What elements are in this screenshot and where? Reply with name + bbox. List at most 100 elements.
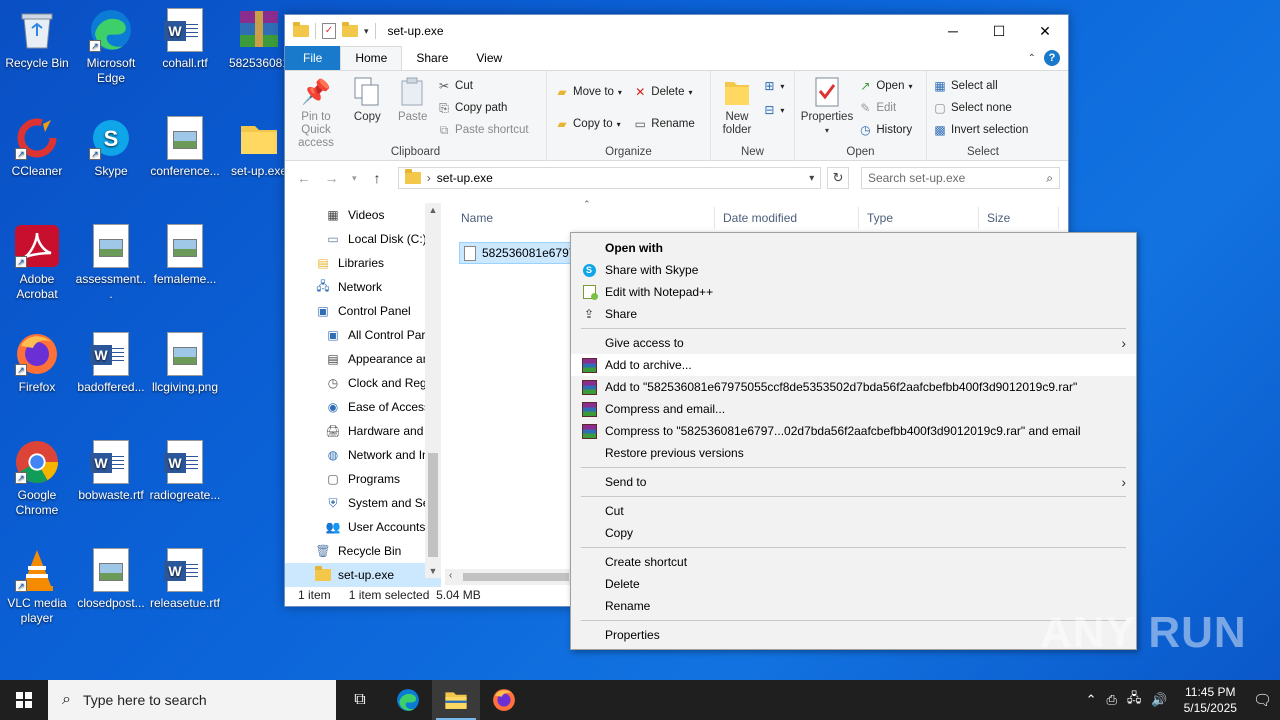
nav-item-ease-of-access[interactable]: ◉ Ease of Access: [285, 395, 441, 419]
recent-locations-chevron-icon[interactable]: ▾: [348, 173, 360, 184]
clock[interactable]: 11:45 PM 5/15/2025: [1178, 684, 1243, 716]
menu-item-cut[interactable]: Cut: [571, 500, 1136, 522]
menu-item-add-to-rar[interactable]: Add to "582536081e67975055ccf8de5353502d…: [571, 376, 1136, 398]
nav-item-local-disk[interactable]: ▭ Local Disk (C:): [285, 227, 441, 251]
menu-item-create-shortcut[interactable]: Create shortcut: [571, 551, 1136, 573]
taskbar-search-box[interactable]: ⌕ Type here to search: [48, 680, 336, 720]
desktop-icon-llcgiving[interactable]: llcgiving.png: [148, 332, 222, 395]
desktop-icon-firefox[interactable]: ↗ Firefox: [0, 332, 74, 395]
scroll-thumb[interactable]: [428, 453, 438, 557]
easy-access-button[interactable]: ⊟ ▾: [762, 101, 784, 119]
nav-item-recycle-bin[interactable]: 🗑 Recycle Bin: [285, 539, 441, 563]
customize-toolbar-chevron-icon[interactable]: ▾: [364, 26, 369, 37]
notifications-icon[interactable]: 🗨: [1253, 691, 1272, 709]
menu-item-add-to-archive[interactable]: Add to archive...: [571, 354, 1136, 376]
new-folder-button[interactable]: New folder: [715, 75, 759, 137]
desktop-icon-assessment[interactable]: assessment...: [74, 224, 148, 302]
breadcrumb-path[interactable]: set-up.exe: [437, 171, 493, 185]
back-arrow-icon[interactable]: ←: [293, 170, 315, 186]
nav-item-network-internet[interactable]: ◍ Network and In: [285, 443, 441, 467]
select-all-button[interactable]: ▦ Select all: [933, 77, 1028, 95]
device-icon[interactable]: ⎙: [1106, 692, 1116, 708]
desktop-icon-ccleaner[interactable]: ↗ CCleaner: [0, 116, 74, 179]
nav-scrollbar[interactable]: ▲ ▼: [425, 203, 441, 578]
menu-item-edit-notepad[interactable]: Edit with Notepad++: [571, 281, 1136, 303]
edge-taskbar-icon[interactable]: [384, 680, 432, 720]
menu-item-send-to[interactable]: Send to ›: [571, 471, 1136, 493]
tab-file[interactable]: File: [285, 46, 341, 70]
desktop-icon-vlc[interactable]: ↗ VLC media player: [0, 548, 74, 626]
cut-button[interactable]: ✂ Cut: [437, 77, 529, 95]
desktop-icon-edge[interactable]: ↗ Microsoft Edge: [74, 8, 148, 86]
menu-item-give-access[interactable]: Give access to ›: [571, 332, 1136, 354]
menu-item-open-with[interactable]: Open with: [571, 237, 1136, 259]
search-input[interactable]: Search set-up.exe ⌕: [860, 167, 1060, 189]
nav-item-hardware[interactable]: 🖨 Hardware and: [285, 419, 441, 443]
properties-quick-icon[interactable]: ✓: [322, 23, 336, 39]
desktop-icon-radiogreate[interactable]: radiogreate...: [148, 440, 222, 503]
paste-shortcut-button[interactable]: ⧉ Paste shortcut: [437, 121, 529, 139]
forward-arrow-icon[interactable]: →: [321, 170, 343, 186]
paste-button[interactable]: Paste: [392, 75, 434, 124]
up-arrow-icon[interactable]: ↑: [366, 170, 388, 186]
nav-item-control-panel[interactable]: ▣ Control Panel: [285, 299, 441, 323]
nav-item-appearance[interactable]: ▤ Appearance an: [285, 347, 441, 371]
delete-button[interactable]: ✕ Delete ▾: [633, 83, 694, 101]
desktop-icon-recycle-bin[interactable]: Recycle Bin: [0, 8, 74, 71]
desktop-icon-adobe-acrobat[interactable]: ↗ Adobe Acrobat: [0, 224, 74, 302]
firefox-taskbar-icon[interactable]: [480, 680, 528, 720]
history-button[interactable]: ◷ History: [858, 121, 912, 139]
column-date-modified[interactable]: Date modified: [715, 207, 859, 229]
copy-path-button[interactable]: ⎘ Copy path: [437, 99, 529, 117]
desktop-icon-femaleme[interactable]: femaleme...: [148, 224, 222, 287]
file-explorer-taskbar-icon[interactable]: [432, 680, 480, 720]
maximize-icon[interactable]: ☐: [976, 15, 1022, 47]
tab-view[interactable]: View: [462, 47, 516, 70]
scroll-thumb[interactable]: [463, 573, 569, 581]
address-dropdown-icon[interactable]: ▾: [809, 173, 814, 184]
rename-button[interactable]: ▭ Rename: [633, 115, 695, 133]
desktop-icon-conference[interactable]: conference...: [148, 116, 222, 179]
menu-item-restore-versions[interactable]: Restore previous versions: [571, 442, 1136, 464]
nav-item-network[interactable]: 🖧 Network: [285, 275, 441, 299]
new-item-button[interactable]: ⊞ ▾: [762, 77, 784, 95]
menu-item-share-skype[interactable]: S Share with Skype: [571, 259, 1136, 281]
column-size[interactable]: Size: [979, 207, 1059, 229]
properties-button[interactable]: Properties ▾: [799, 75, 855, 137]
horizontal-scrollbar[interactable]: ‹: [445, 569, 573, 585]
desktop-icon-closedpost[interactable]: closedpost...: [74, 548, 148, 611]
nav-item-videos[interactable]: ▦ Videos: [285, 203, 441, 227]
nav-item-libraries[interactable]: ▤ Libraries: [285, 251, 441, 275]
show-hidden-icons-chevron-icon[interactable]: ⌃: [1086, 692, 1097, 708]
menu-item-copy[interactable]: Copy: [571, 522, 1136, 544]
desktop-icon-bobwaste[interactable]: bobwaste.rtf: [74, 440, 148, 503]
volume-icon[interactable]: 🔊: [1151, 692, 1167, 708]
column-name[interactable]: Name: [453, 207, 715, 229]
move-to-button[interactable]: ▰ Move to ▾: [555, 83, 622, 101]
nav-item-system-security[interactable]: ⛨ System and Se: [285, 491, 441, 515]
invert-selection-button[interactable]: ▩ Invert selection: [933, 121, 1028, 139]
nav-item-programs[interactable]: ▢ Programs: [285, 467, 441, 491]
desktop-icon-cohall[interactable]: cohall.rtf: [148, 8, 222, 71]
scroll-up-icon[interactable]: ▲: [425, 205, 441, 215]
tab-home[interactable]: Home: [340, 46, 403, 70]
tab-share[interactable]: Share: [402, 47, 462, 70]
scroll-down-icon[interactable]: ▼: [425, 566, 441, 576]
open-button[interactable]: ↗ Open ▾: [858, 77, 912, 95]
task-view-icon[interactable]: ⧉: [336, 680, 384, 720]
desktop-icon-google-chrome[interactable]: ↗ Google Chrome: [0, 440, 74, 518]
minimize-icon[interactable]: ─: [930, 15, 976, 47]
start-button[interactable]: [0, 680, 48, 720]
menu-item-share[interactable]: ⇪ Share: [571, 303, 1136, 325]
menu-item-compress-email[interactable]: Compress and email...: [571, 398, 1136, 420]
new-folder-quick-icon[interactable]: [342, 22, 358, 37]
edit-button[interactable]: ✎ Edit: [858, 99, 912, 117]
desktop-icon-badoffered[interactable]: badoffered...: [74, 332, 148, 395]
menu-item-compress-rar-email[interactable]: Compress to "582536081e6797...02d7bda56f…: [571, 420, 1136, 442]
column-type[interactable]: Type: [859, 207, 979, 229]
network-status-icon[interactable]: 🖧: [1127, 689, 1142, 711]
nav-item-user-accounts[interactable]: 👥 User Accounts: [285, 515, 441, 539]
desktop-icon-skype[interactable]: S ↗ Skype: [74, 116, 148, 179]
desktop-icon-releasetue[interactable]: releasetue.rtf: [148, 548, 222, 611]
scroll-left-icon[interactable]: ‹: [449, 570, 452, 581]
